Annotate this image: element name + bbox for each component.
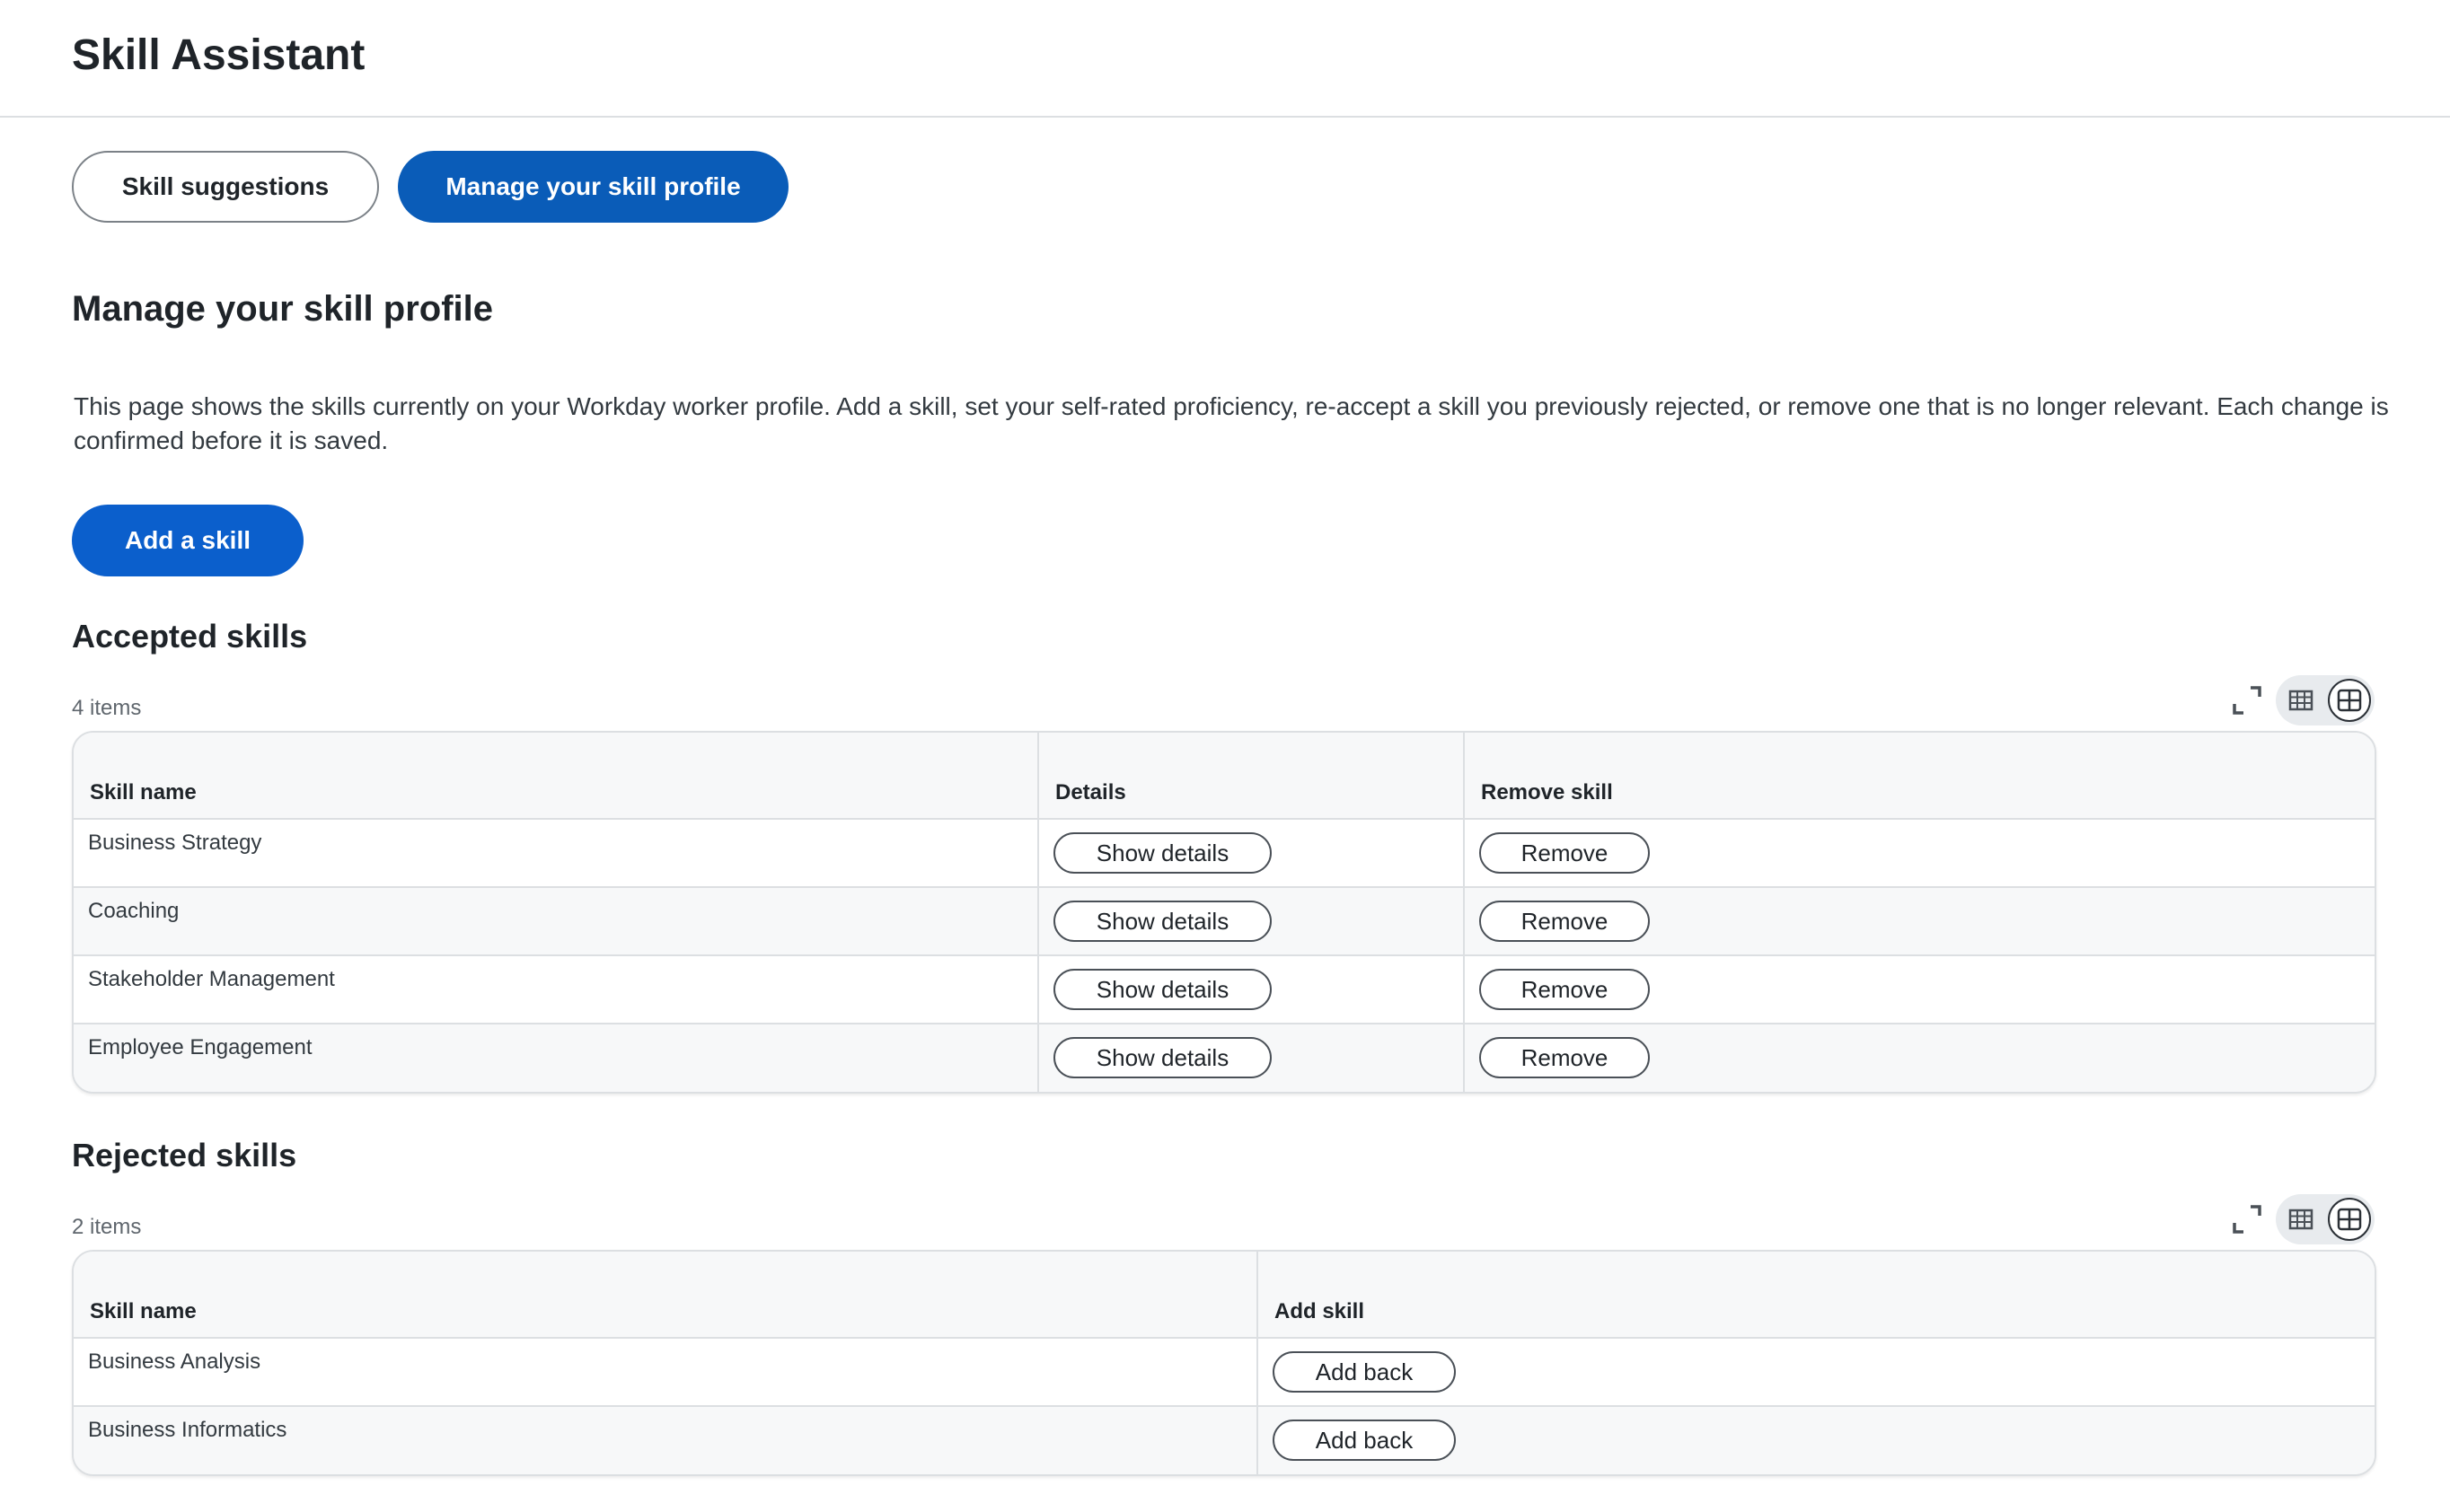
remove-button[interactable]: Remove (1479, 1037, 1650, 1078)
grid-view-icon[interactable] (2328, 679, 2371, 722)
view-toggle (2276, 675, 2375, 725)
page-title: Manage your skill profile (72, 289, 494, 329)
remove-button[interactable]: Remove (1479, 832, 1650, 874)
skill-name-cell: Business Analysis (74, 1338, 1258, 1407)
app-title: Skill Assistant (72, 31, 366, 79)
table-row: Employee Engagement Show details Remove (74, 1024, 2375, 1092)
rejected-view-tools (2231, 1194, 2375, 1244)
expand-icon[interactable] (2231, 1203, 2263, 1235)
skill-name-cell: Business Strategy (74, 819, 1039, 888)
add-back-button[interactable]: Add back (1273, 1351, 1456, 1393)
show-details-button[interactable]: Show details (1053, 832, 1272, 874)
add-skill-button[interactable]: Add a skill (72, 505, 304, 576)
column-header-skill-name[interactable]: Skill name (74, 733, 1039, 820)
table-row: Business Informatics Add back (74, 1406, 2375, 1474)
accepted-skills-title: Accepted skills (72, 618, 308, 655)
skill-name-cell: Business Informatics (74, 1406, 1258, 1474)
tab-bar: Skill suggestions Manage your skill prof… (72, 151, 789, 223)
table-row: Coaching Show details Remove (74, 887, 2375, 956)
app-header: Skill Assistant (0, 0, 2450, 118)
table-row: Business Strategy Show details Remove (74, 819, 2375, 888)
remove-button[interactable]: Remove (1479, 969, 1650, 1010)
rejected-skills-title: Rejected skills (72, 1137, 297, 1174)
remove-button[interactable]: Remove (1479, 901, 1650, 942)
show-details-button[interactable]: Show details (1053, 1037, 1272, 1078)
expand-icon[interactable] (2231, 684, 2263, 716)
skill-name-cell: Stakeholder Management (74, 955, 1039, 1024)
add-back-button[interactable]: Add back (1273, 1420, 1456, 1461)
column-header-skill-name[interactable]: Skill name (74, 1252, 1258, 1339)
show-details-button[interactable]: Show details (1053, 901, 1272, 942)
column-header-remove-skill[interactable]: Remove skill (1464, 733, 2375, 820)
table-view-icon[interactable] (2279, 679, 2322, 722)
view-toggle (2276, 1194, 2375, 1244)
accepted-view-tools (2231, 675, 2375, 725)
accepted-skills-table: Skill name Details Remove skill Business… (72, 731, 2376, 1094)
rejected-skills-count: 2 items (72, 1215, 142, 1239)
grid-view-icon[interactable] (2328, 1198, 2371, 1241)
accepted-skills-count: 4 items (72, 696, 142, 720)
column-header-add-skill[interactable]: Add skill (1257, 1252, 2375, 1339)
tab-manage-skill-profile[interactable]: Manage your skill profile (398, 151, 789, 223)
skill-name-cell: Coaching (74, 887, 1039, 956)
page-description: This page shows the skills currently on … (74, 392, 2389, 454)
rejected-skills-table: Skill name Add skill Business Analysis A… (72, 1250, 2376, 1476)
table-row: Business Analysis Add back (74, 1338, 2375, 1407)
show-details-button[interactable]: Show details (1053, 969, 1272, 1010)
table-view-icon[interactable] (2279, 1198, 2322, 1241)
skill-name-cell: Employee Engagement (74, 1024, 1039, 1092)
tab-skill-suggestions[interactable]: Skill suggestions (72, 151, 379, 223)
column-header-details[interactable]: Details (1038, 733, 1465, 820)
table-row: Stakeholder Management Show details Remo… (74, 955, 2375, 1024)
